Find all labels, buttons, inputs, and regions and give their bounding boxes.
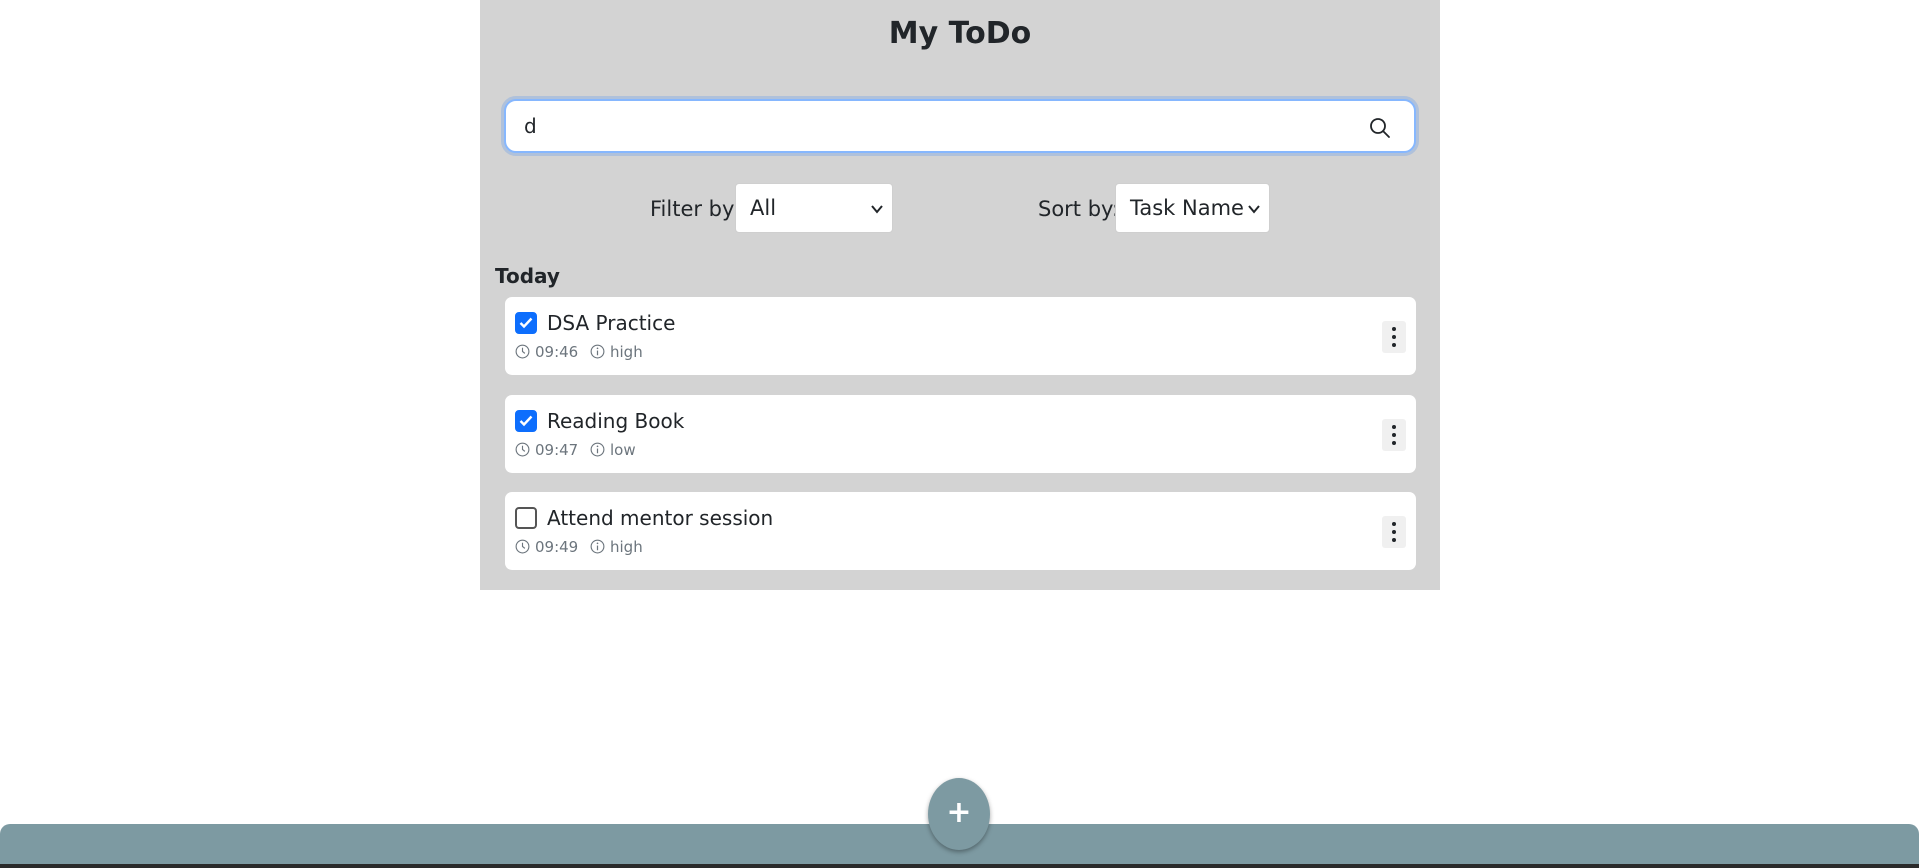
checkmark-icon [519,415,533,427]
task-time-value: 09:46 [535,343,579,361]
checkmark-icon [519,317,533,329]
task-time-value: 09:47 [535,441,579,459]
task-priority-value: high [610,343,643,361]
filter-selected-value: All [750,196,777,220]
add-task-button[interactable]: + [928,778,990,850]
task-priority-value: high [610,538,643,556]
clock-icon [515,344,530,359]
task-name: DSA Practice [547,311,676,335]
info-icon [590,442,605,457]
section-title-today: Today [495,264,560,288]
filter-select[interactable]: All [735,183,893,233]
sort-select[interactable]: Task Name [1115,183,1270,233]
task-item: DSA Practice 09:46 high [505,297,1416,375]
task-menu-button[interactable] [1382,419,1406,451]
sort-label: Sort by: [1038,197,1120,221]
task-checkbox[interactable] [515,410,537,432]
task-menu-button[interactable] [1382,516,1406,548]
info-icon [590,539,605,554]
task-time-value: 09:49 [535,538,579,556]
clock-icon [515,442,530,457]
page-title: My ToDo [888,16,1032,51]
search-input[interactable] [524,111,1344,141]
task-item: Reading Book 09:47 low [505,395,1416,473]
chevron-down-icon [1248,205,1260,214]
search-box[interactable] [504,99,1416,153]
sort-selected-value: Task Name [1130,196,1244,220]
search-icon[interactable] [1368,116,1392,140]
task-checkbox[interactable] [515,507,537,529]
task-name: Attend mentor session [547,506,774,530]
task-item: Attend mentor session 09:49 high [505,492,1416,570]
todo-panel: My ToDo Filter by: All Sort by: Task Nam… [480,0,1440,590]
chevron-down-icon [871,205,883,214]
clock-icon [515,539,530,554]
bottom-divider [0,864,1919,868]
task-priority-value: low [610,441,636,459]
task-checkbox[interactable] [515,312,537,334]
task-name: Reading Book [547,409,685,433]
task-menu-button[interactable] [1382,321,1406,353]
info-icon [590,344,605,359]
filter-label: Filter by: [650,197,740,221]
